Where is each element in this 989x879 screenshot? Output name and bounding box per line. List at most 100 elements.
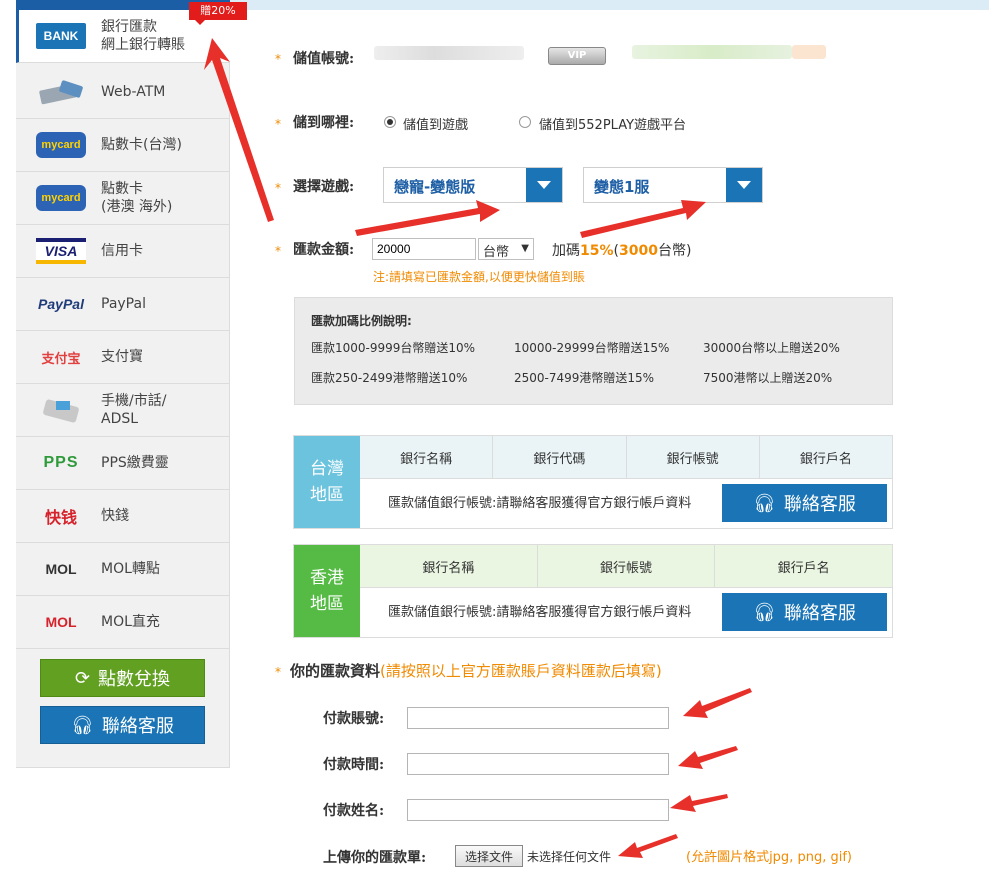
chevron-down-icon[interactable] bbox=[526, 168, 562, 202]
bonus-amount: 3000 bbox=[618, 243, 658, 259]
currency-select[interactable]: 台幣 ▼ bbox=[478, 238, 534, 260]
blurred-vip-info bbox=[632, 45, 792, 59]
upload-label: 上傳你的匯款單: bbox=[323, 850, 427, 866]
paypal-logo-icon: PayPal bbox=[38, 296, 84, 312]
visa-logo-icon: VISA bbox=[36, 238, 86, 264]
server-select-value: 變態1服 bbox=[594, 178, 650, 196]
bank-card-icon: BANK bbox=[36, 23, 86, 49]
radio-store-to-game[interactable] bbox=[384, 116, 396, 128]
arrow-to-server-select bbox=[580, 200, 706, 238]
required-star: * bbox=[275, 52, 281, 66]
game-select-value: 戀寵-變態版 bbox=[394, 178, 476, 196]
mycard-logo-icon: mycard bbox=[36, 132, 86, 158]
column-header: 銀行帳號 bbox=[536, 545, 715, 587]
sidebar-item-label: PPS繳費靈 bbox=[101, 455, 169, 471]
pay-name-input[interactable] bbox=[407, 799, 669, 821]
amount-input[interactable] bbox=[372, 238, 476, 260]
blurred-account-name bbox=[374, 46, 524, 60]
bonus-prefix: 加碼 bbox=[552, 243, 580, 259]
required-star: * bbox=[275, 181, 281, 195]
rate-cell: 2500-7499港幣贈送15% bbox=[514, 371, 655, 385]
sidebar-item-web-atm[interactable]: Web-ATM bbox=[16, 66, 230, 119]
required-star: * bbox=[275, 665, 281, 679]
target-label: 儲到哪裡: bbox=[293, 115, 355, 131]
sidebar-item-label: PayPal bbox=[101, 296, 146, 312]
hongkong-table-header: 銀行名稱 銀行帳號 銀行戶名 bbox=[360, 545, 892, 588]
column-header: 銀行帳號 bbox=[625, 436, 759, 478]
sidebar-item-label: MOL轉點 bbox=[101, 561, 160, 577]
arrow-to-account-input bbox=[683, 688, 752, 718]
taiwan-table-header: 銀行名稱 銀行代碼 銀行帳號 銀行戶名 bbox=[360, 436, 892, 479]
payment-hint-text: (請按照以上官方匯款賬戶資料匯款后填寫) bbox=[380, 662, 662, 680]
points-exchange-label: 點數兌換 bbox=[98, 669, 171, 690]
chevron-down-icon: ▼ bbox=[521, 243, 529, 254]
choose-file-button[interactable]: 选择文件 bbox=[455, 845, 523, 867]
sidebar-item-credit-card[interactable]: VISA 信用卡 bbox=[16, 225, 230, 278]
taiwan-account-text: 匯款儲值銀行帳號:請聯絡客服獲得官方銀行帳戶資料 bbox=[388, 496, 692, 511]
sidebar-item-paypal[interactable]: PayPal PayPal bbox=[16, 278, 230, 331]
sidebar-item-label: 點數卡 (港澳 海外) bbox=[101, 181, 173, 215]
pay-name-label: 付款姓名: bbox=[323, 803, 385, 819]
headset-icon: 🎧︎ bbox=[753, 492, 776, 514]
top-header-strip bbox=[230, 0, 989, 10]
sidebar-contact-button[interactable]: 🎧︎ 聯絡客服 bbox=[40, 706, 205, 744]
sidebar-item-bank-transfer[interactable]: BANK 銀行匯款 網上銀行轉賬 贈20% bbox=[16, 2, 247, 63]
sidebar-item-mol-points[interactable]: MOL MOL轉點 bbox=[16, 543, 230, 596]
bonus-suffix: 台幣) bbox=[657, 243, 692, 259]
radio-store-to-platform-label: 儲值到552PLAY遊戲平台 bbox=[539, 118, 687, 133]
amount-label: 匯款金額: bbox=[293, 242, 355, 258]
server-select[interactable]: 變態1服 bbox=[583, 167, 763, 203]
game-select[interactable]: 戀寵-變態版 bbox=[383, 167, 563, 203]
payment-title-text: 你的匯款資料 bbox=[290, 662, 381, 680]
payment-info-title: 你的匯款資料(請按照以上官方匯款賬戶資料匯款后填寫) bbox=[290, 660, 662, 681]
rate-cell: 匯款1000-9999台幣贈送10% bbox=[311, 341, 476, 355]
points-exchange-button[interactable]: ⟳ 點數兌換 bbox=[40, 659, 205, 697]
no-file-text: 未选择任何文件 bbox=[527, 850, 612, 864]
refresh-icon: ⟳ bbox=[74, 667, 91, 689]
pay-time-input[interactable] bbox=[407, 753, 669, 775]
sidebar-item-label: MOL直充 bbox=[101, 614, 160, 630]
game-label: 選擇遊戲: bbox=[293, 179, 355, 195]
sidebar-item-99bill[interactable]: 快钱 快錢 bbox=[16, 490, 230, 543]
pps-logo-icon: PPS bbox=[43, 454, 79, 471]
alipay-logo-icon: 支付宝 bbox=[41, 350, 81, 366]
chevron-down-icon[interactable] bbox=[726, 168, 762, 202]
mol-points-logo-icon: MOL bbox=[45, 561, 77, 577]
column-header: 銀行名稱 bbox=[400, 451, 453, 467]
column-header: 銀行名稱 bbox=[422, 560, 475, 576]
hongkong-contact-button[interactable]: 🎧︎ 聯絡客服 bbox=[722, 593, 887, 631]
rates-title: 匯款加碼比例說明: bbox=[311, 314, 412, 328]
sidebar-item-mycard-taiwan[interactable]: mycard 點數卡(台灣) bbox=[16, 119, 230, 172]
sidebar-contact-label: 聯絡客服 bbox=[101, 716, 174, 737]
sidebar-item-label: 手機/市話/ ADSL bbox=[101, 393, 167, 427]
sidebar-item-label: 點數卡(台灣) bbox=[101, 137, 182, 153]
arrow-to-name-input bbox=[670, 794, 728, 812]
sidebar-item-label: 銀行匯款 網上銀行轉賬 bbox=[101, 19, 185, 53]
atm-card-reader-icon bbox=[36, 79, 86, 105]
sidebar-item-mycard-overseas[interactable]: mycard 點數卡 (港澳 海外) bbox=[16, 172, 230, 225]
pay-time-label: 付款時間: bbox=[323, 757, 385, 773]
radio-store-to-platform[interactable] bbox=[519, 116, 531, 128]
sidebar-item-label: Web-ATM bbox=[101, 84, 166, 100]
sidebar-item-label: 支付寶 bbox=[101, 349, 143, 365]
hongkong-account-text: 匯款儲值銀行帳號:請聯絡客服獲得官方銀行帳戶資料 bbox=[388, 605, 692, 620]
hongkong-bank-panel: 香港 地區 銀行名稱 銀行帳號 銀行戶名 匯款儲值銀行帳號:請聯絡客服獲得官方銀… bbox=[293, 544, 893, 638]
mycard-logo-icon: mycard bbox=[36, 185, 86, 211]
taiwan-bank-panel: 台灣 地區 銀行名稱 銀行代碼 銀行帳號 銀行戶名 匯款儲值銀行帳號:請聯絡客服… bbox=[293, 435, 893, 529]
taiwan-contact-label: 聯絡客服 bbox=[783, 494, 856, 515]
rate-cell: 10000-29999台幣贈送15% bbox=[514, 341, 670, 355]
sidebar-item-mol-direct[interactable]: MOL MOL直充 bbox=[16, 596, 230, 649]
payment-method-sidebar: BANK 銀行匯款 網上銀行轉賬 贈20% Web-ATM mycard 點數卡… bbox=[16, 2, 247, 768]
vip-badge-icon: VIP bbox=[548, 47, 606, 65]
sidebar-item-phone-adsl[interactable]: 手機/市話/ ADSL bbox=[16, 384, 230, 437]
currency-select-value: 台幣 bbox=[483, 245, 510, 260]
arrow-to-time-input bbox=[678, 746, 738, 769]
taiwan-contact-button[interactable]: 🎧︎ 聯絡客服 bbox=[722, 484, 887, 522]
column-header: 銀行戶名 bbox=[758, 436, 892, 478]
arrow-to-upload bbox=[618, 834, 678, 858]
sidebar-item-pps[interactable]: PPS PPS繳費靈 bbox=[16, 437, 230, 490]
sidebar-item-label: 信用卡 bbox=[101, 243, 143, 259]
pay-account-input[interactable] bbox=[407, 707, 669, 729]
bonus-info: 加碼15%(3000台幣) bbox=[552, 240, 691, 260]
sidebar-item-alipay[interactable]: 支付宝 支付寶 bbox=[16, 331, 230, 384]
